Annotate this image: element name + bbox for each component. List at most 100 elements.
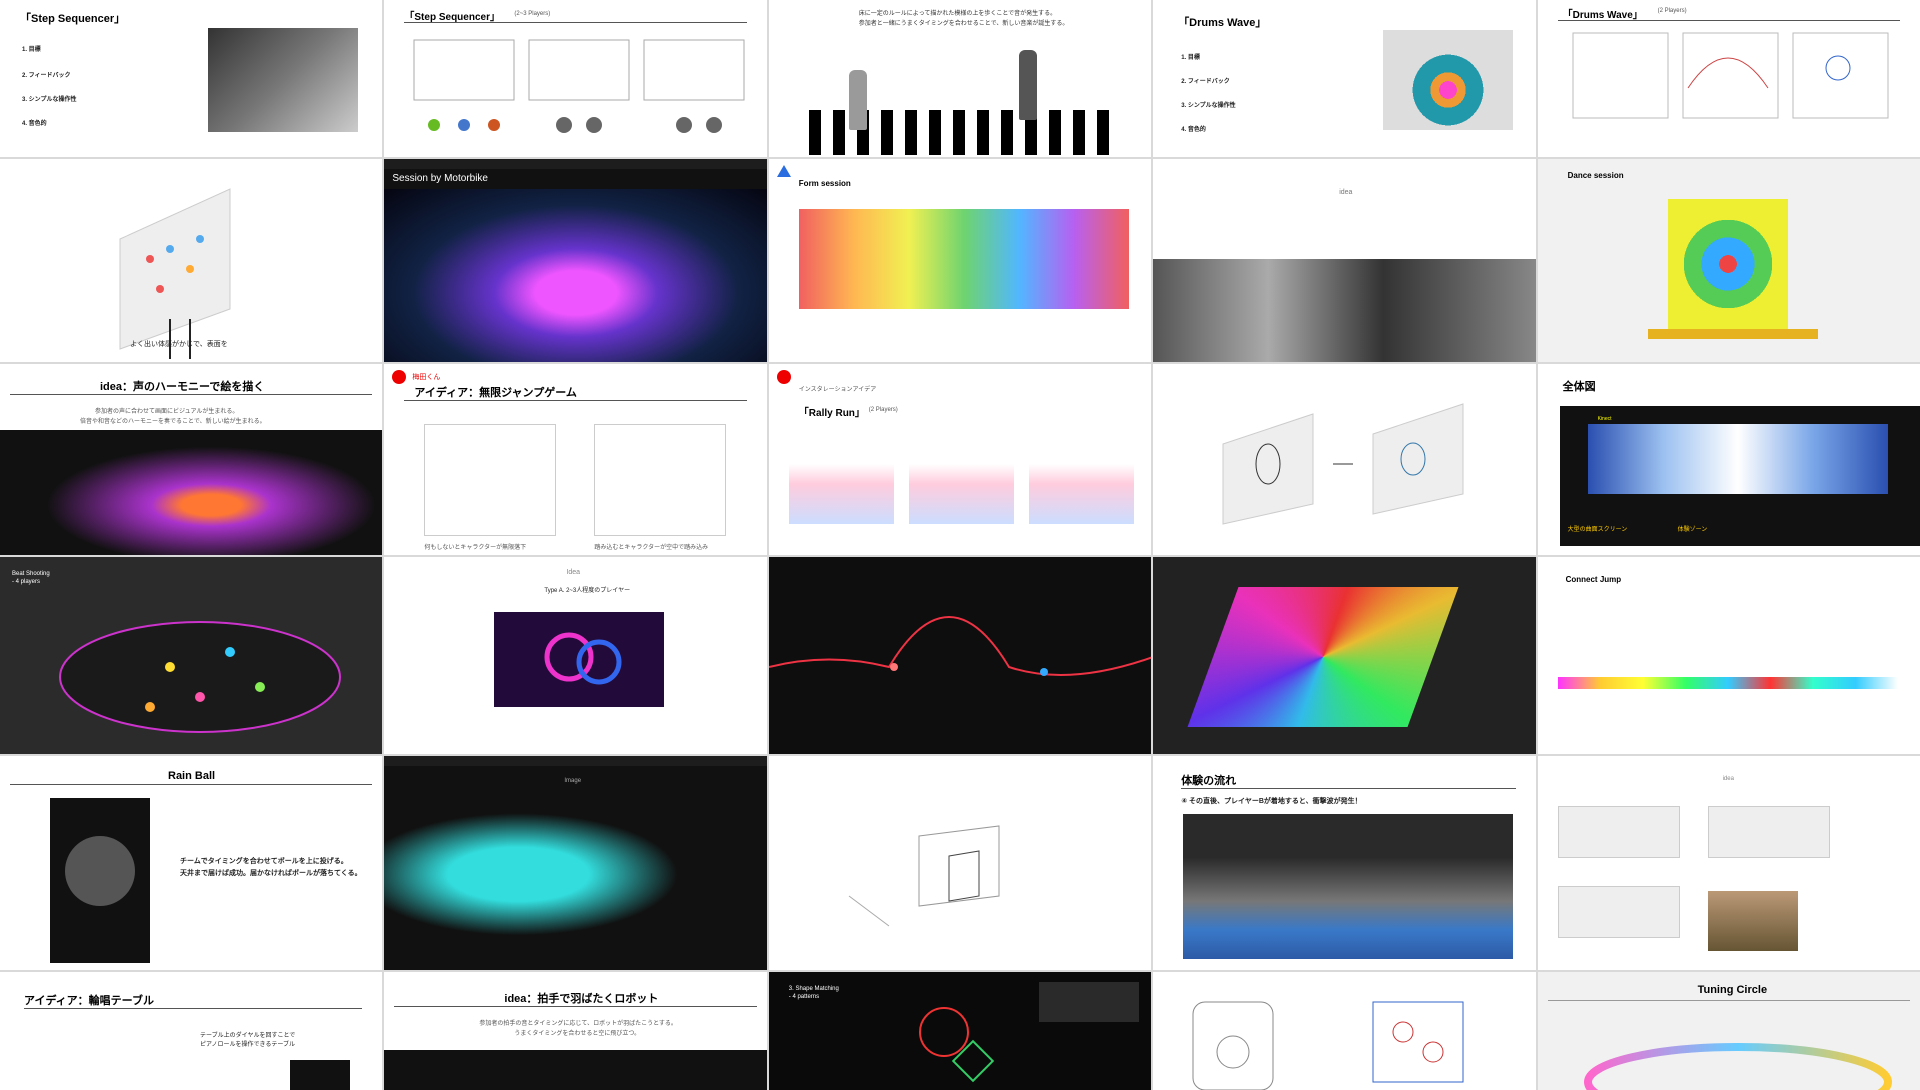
divider (1557, 20, 1900, 21)
slide-r1c1[interactable]: 「Step Sequencer」 1. 目標 2. フィードバック 3. シンプ… (0, 0, 383, 157)
slide-title: 「Rally Run」 (798, 408, 865, 419)
slide-r1c5[interactable]: 「Drums Wave」 (2 Players) (1537, 0, 1920, 157)
item-1: 1. 目標 (22, 47, 41, 53)
divider (394, 1006, 757, 1007)
sketch-wall (119, 188, 231, 359)
slide-r3c4[interactable] (1153, 364, 1536, 555)
slide-r3c3[interactable]: インスタレーションアイデア 「Rally Run」 (2 Players) (768, 364, 1152, 555)
slide-r1c3[interactable]: 床に一定のルールによって描かれた模様の上を歩くことで音が発生する。 参加者と一緒… (768, 0, 1152, 157)
divider (1181, 788, 1516, 789)
slide-title: Rain Ball (168, 770, 216, 782)
slide-title: Idea (566, 569, 581, 576)
slide-r2c3[interactable]: Form session (768, 159, 1152, 362)
photo-floor-lights (208, 28, 358, 132)
divider (10, 394, 373, 395)
slide-r2c2[interactable]: Session by Motorbike (384, 159, 767, 362)
divider (404, 22, 747, 23)
stage-render (384, 189, 767, 362)
caption-1: 床に一定のルールによって描かれた模様の上を歩くことで音が発生する。 (858, 11, 1057, 17)
slide-r5c3[interactable] (768, 756, 1152, 970)
item-2: 2. フィードバック (1181, 79, 1230, 85)
slide-title: Session by Motorbike (392, 173, 488, 184)
slide-title: idea (1339, 189, 1353, 196)
slide-r4c2[interactable]: Idea Type A. 2~3人程度のプレイヤー (384, 557, 767, 754)
rainbow-floor (1187, 587, 1459, 727)
header-bar (384, 756, 767, 766)
caption-2: うまくタイミングを合わせると空に飛び立つ。 (514, 1031, 641, 1037)
divider (24, 1008, 363, 1009)
tag-label: インスタレーションアイデア (798, 387, 877, 393)
voice-visual (0, 430, 383, 555)
slide-title: Dance session (1567, 171, 1624, 180)
slide-r3c1[interactable]: idea：声のハーモニーで絵を描く 参加者の声に合わせて画面にビジュアルが生まれ… (0, 364, 383, 555)
caption-2: 参加者と一緒にうまくタイミングを合わせることで、新しい音楽が誕生する。 (858, 21, 1069, 27)
item-2: 2. フィードバック (22, 73, 71, 79)
slide-r5c5[interactable]: idea (1537, 756, 1920, 970)
diagram-2 (1707, 806, 1830, 858)
ring-visual (544, 632, 622, 685)
slide-r6c3[interactable]: 3. Shape Matching - 4 patterns (768, 972, 1152, 1090)
slide-r5c2[interactable]: Image (384, 756, 767, 970)
kinect-label: Kinect (1597, 416, 1612, 422)
slide-r5c4[interactable]: 体験の流れ ④ その直後、プレイヤーBが着地すると、衝撃波が発生！ (1153, 756, 1536, 970)
slide-title: idea (1722, 776, 1734, 782)
landing-render (1183, 814, 1514, 959)
slide-r2c4[interactable]: idea (1153, 159, 1536, 362)
slide-r3c2[interactable]: 梅田くん アイディア：無限ジャンプゲーム 何もしないとキャラクターが無限落下 踏… (384, 364, 767, 555)
header-bar (384, 159, 767, 169)
slide-title: idea：声のハーモニーで絵を描く (100, 381, 265, 393)
red-dot-icon (392, 370, 407, 384)
triangle-icon (776, 165, 791, 177)
sketch-controller (1192, 1001, 1464, 1090)
slide-r6c5[interactable]: Tuning Circle (1537, 972, 1920, 1090)
jump-blocks (1557, 677, 1898, 689)
slide-r1c2[interactable]: 「Step Sequencer」 (2~3 Players) (384, 0, 767, 157)
slide-r2c1[interactable]: よく出い体感がかじで、表面を (0, 159, 383, 362)
caption-right: 踏み込むとキャラクターが空中で踏み込み (594, 545, 709, 551)
sketch-right (594, 424, 727, 536)
slide-r4c3[interactable] (768, 557, 1152, 754)
stage-platform (1647, 329, 1818, 339)
diagram-3 (1557, 886, 1680, 938)
divider (10, 784, 373, 785)
divider (404, 400, 747, 401)
slide-r6c4[interactable] (1153, 972, 1536, 1090)
slide-title: 「Drums Wave」 (1562, 10, 1643, 21)
person-figure (848, 70, 867, 130)
slide-r3c5[interactable]: 全体図 Kinect 大型の曲面スクリーン 体験ゾーン (1537, 364, 1920, 555)
item-3: 3. シンプルな操作性 (1181, 103, 1236, 109)
slide-subtitle: (2 Players) (1657, 8, 1687, 14)
slide-title: Connect Jump (1565, 575, 1622, 584)
item-4: 4. 音色的 (22, 121, 47, 127)
item-4: 4. 音色的 (1181, 127, 1206, 133)
label-zone: 体験ゾーン (1677, 527, 1708, 533)
sketch-left (424, 424, 557, 536)
slide-r4c4[interactable] (1153, 557, 1536, 754)
box-sketch (848, 825, 1000, 927)
caption-left: 何もしないとキャラクターが無限落下 (424, 545, 527, 551)
slide-r6c2[interactable]: idea：拍手で羽ばたくロボット 参加者の拍手の音とタイミングに応じて、ロボット… (384, 972, 767, 1090)
slide-r5c1[interactable]: Rain Ball チームでタイミングを合わせてボールを上に投げる。 天井まで届… (0, 756, 383, 970)
beat-circle-render (59, 621, 341, 733)
item-3: 3. シンプルな操作性 (22, 97, 77, 103)
item-1: 1. 目標 (1181, 55, 1200, 61)
sky-screen (1587, 424, 1888, 494)
caption-1: 参加者の声に合わせて画面にビジュアルが生まれる。 (95, 409, 239, 415)
slide-r1c4[interactable]: 「Drums Wave」 1. 目標 2. フィードバック 3. シンプルな操作… (1153, 0, 1536, 157)
slide-subtitle: (2~3 Players) (514, 11, 551, 17)
slide-r6c1[interactable]: アイディア：輪唱テーブル テーブル上のダイヤルを回すことで ピアノロールを操作で… (0, 972, 383, 1090)
color-wall-render (798, 209, 1129, 309)
slide-r4c1[interactable]: Beat Shooting - 4 players (0, 557, 383, 754)
caption-2: 天井まで届けば成功。届かなければボールが落ちてくる。 (180, 870, 362, 877)
slide-r2c5[interactable]: Dance session (1537, 159, 1920, 362)
handwritten-note: よく出い体感がかじで、表面を (130, 341, 228, 348)
slide-title: Image (564, 778, 582, 784)
slide-r4c5[interactable]: Connect Jump (1537, 557, 1920, 754)
robot-render (384, 1050, 767, 1090)
caption-1: 参加者の拍手の音とタイミングに応じて、ロボットが羽ばたこうとする。 (479, 1021, 677, 1027)
slide-title: アイディア：無限ジャンプゲーム (414, 387, 577, 399)
sequencer-diagram (413, 39, 745, 133)
piano-roll-screen (290, 1060, 350, 1090)
slide-title: 「Step Sequencer」 (20, 13, 126, 25)
ring-sketch (1222, 403, 1464, 525)
